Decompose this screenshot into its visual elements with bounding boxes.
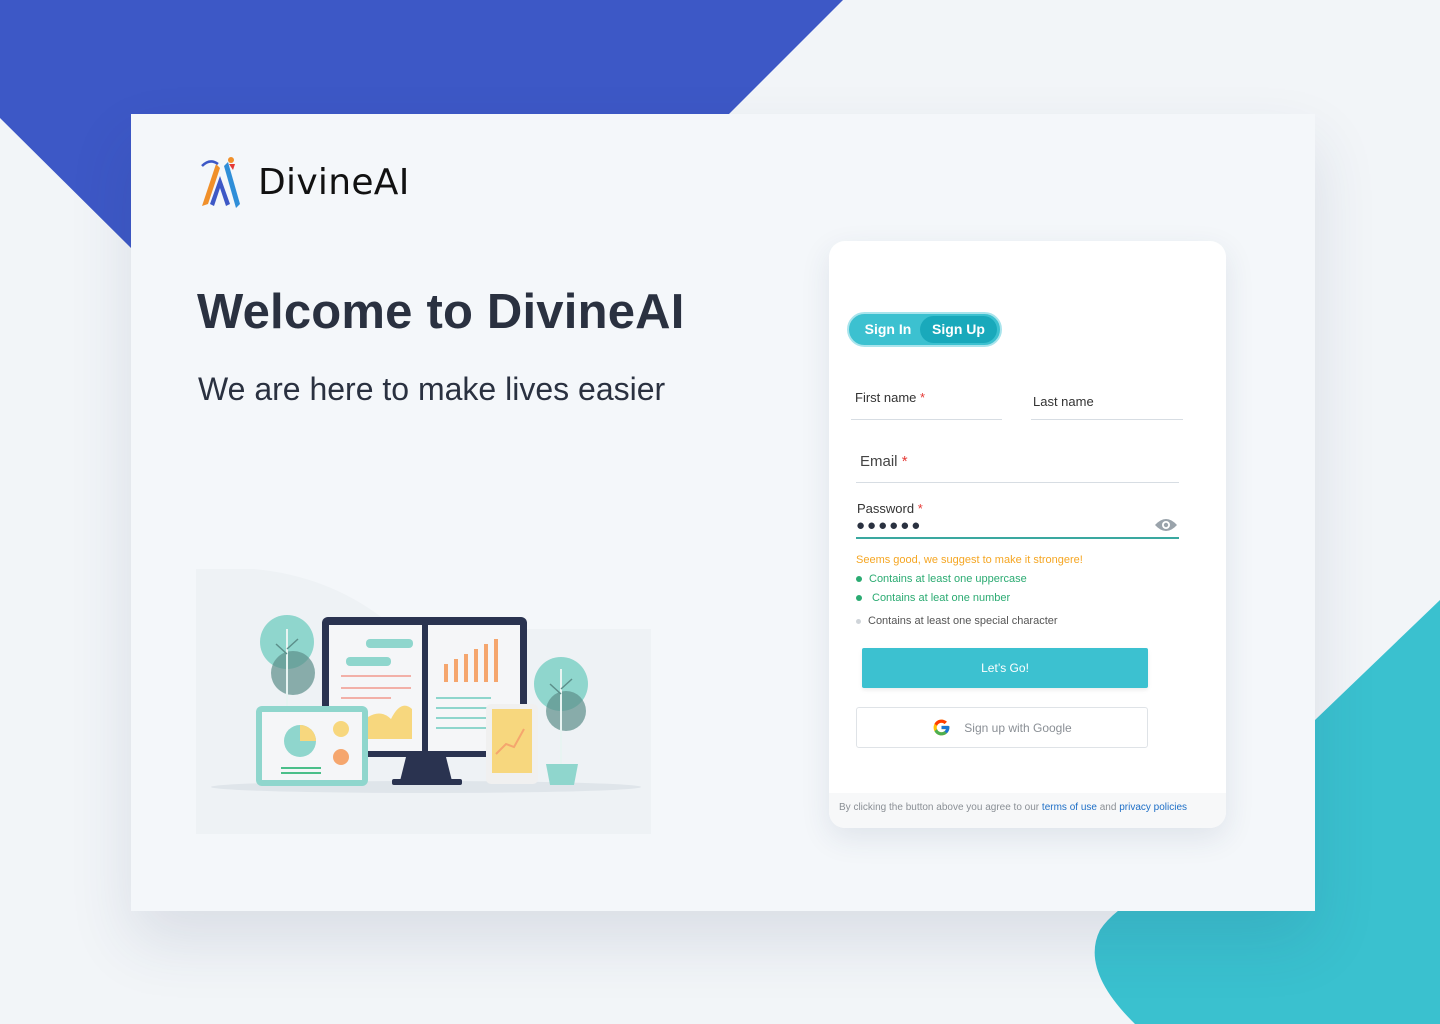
email-input[interactable] bbox=[856, 482, 1179, 483]
hero-title: Welcome to DivineAI bbox=[197, 285, 685, 339]
password-label-text: Password bbox=[857, 501, 915, 516]
terms-of-use-link[interactable]: terms of use bbox=[1042, 802, 1097, 813]
email-label-text: Email bbox=[860, 453, 898, 470]
legal-prefix: By clicking the button above you agree t… bbox=[839, 802, 1040, 813]
last-name-input[interactable] bbox=[1031, 419, 1183, 420]
tab-sign-up[interactable]: Sign Up bbox=[920, 316, 997, 343]
google-icon bbox=[933, 719, 950, 736]
divineai-logo-icon bbox=[201, 157, 240, 208]
rule-text: Contains at least one special character bbox=[868, 615, 1058, 627]
google-signup-label: Sign up with Google bbox=[964, 720, 1072, 735]
analytics-dashboard-illustration bbox=[196, 569, 651, 834]
last-name-label: Last name bbox=[1033, 394, 1094, 409]
legal-and: and bbox=[1099, 802, 1117, 813]
main-card: DivineAI Welcome to DivineAI We are here… bbox=[131, 114, 1315, 911]
tab-sign-in[interactable]: Sign In bbox=[855, 314, 921, 345]
rule-uppercase: Contains at least one uppercase bbox=[856, 573, 1027, 585]
password-label: Password * bbox=[857, 501, 923, 516]
hero-subtitle: We are here to make lives easier bbox=[198, 371, 666, 407]
required-marker: * bbox=[901, 453, 908, 470]
required-marker: * bbox=[920, 390, 926, 405]
required-marker: * bbox=[917, 501, 923, 516]
rule-text: Contains at leat one number bbox=[872, 592, 1011, 604]
rule-special-character: Contains at least one special character bbox=[856, 615, 1058, 627]
signup-card: Sign In Sign Up First name * Last name E… bbox=[829, 241, 1226, 828]
password-strength-hint: Seems good, we suggest to make it strong… bbox=[856, 554, 1083, 566]
google-signup-button[interactable]: Sign up with Google bbox=[856, 707, 1148, 748]
pending-dot-icon bbox=[856, 618, 861, 624]
email-label: Email * bbox=[860, 453, 908, 470]
first-name-input[interactable] bbox=[851, 419, 1002, 420]
brand-name: DivineAI bbox=[258, 161, 410, 203]
password-input[interactable]: ●●●●●● bbox=[856, 517, 922, 534]
password-underline bbox=[856, 537, 1179, 539]
rule-number: Contains at leat one number bbox=[856, 592, 1010, 604]
eye-icon[interactable] bbox=[1154, 517, 1178, 533]
check-dot-icon bbox=[856, 595, 862, 601]
first-name-label: First name * bbox=[855, 390, 925, 405]
brand: DivineAI bbox=[198, 154, 410, 210]
legal-note: By clicking the button above you agree t… bbox=[829, 793, 1226, 828]
first-name-label-text: First name bbox=[855, 390, 917, 405]
privacy-policies-link[interactable]: privacy policies bbox=[1119, 802, 1187, 813]
rule-text: Contains at least one uppercase bbox=[869, 573, 1027, 585]
auth-toggle: Sign In Sign Up bbox=[847, 312, 1002, 347]
check-dot-icon bbox=[856, 576, 862, 582]
lets-go-button[interactable]: Let’s Go! bbox=[862, 648, 1148, 688]
